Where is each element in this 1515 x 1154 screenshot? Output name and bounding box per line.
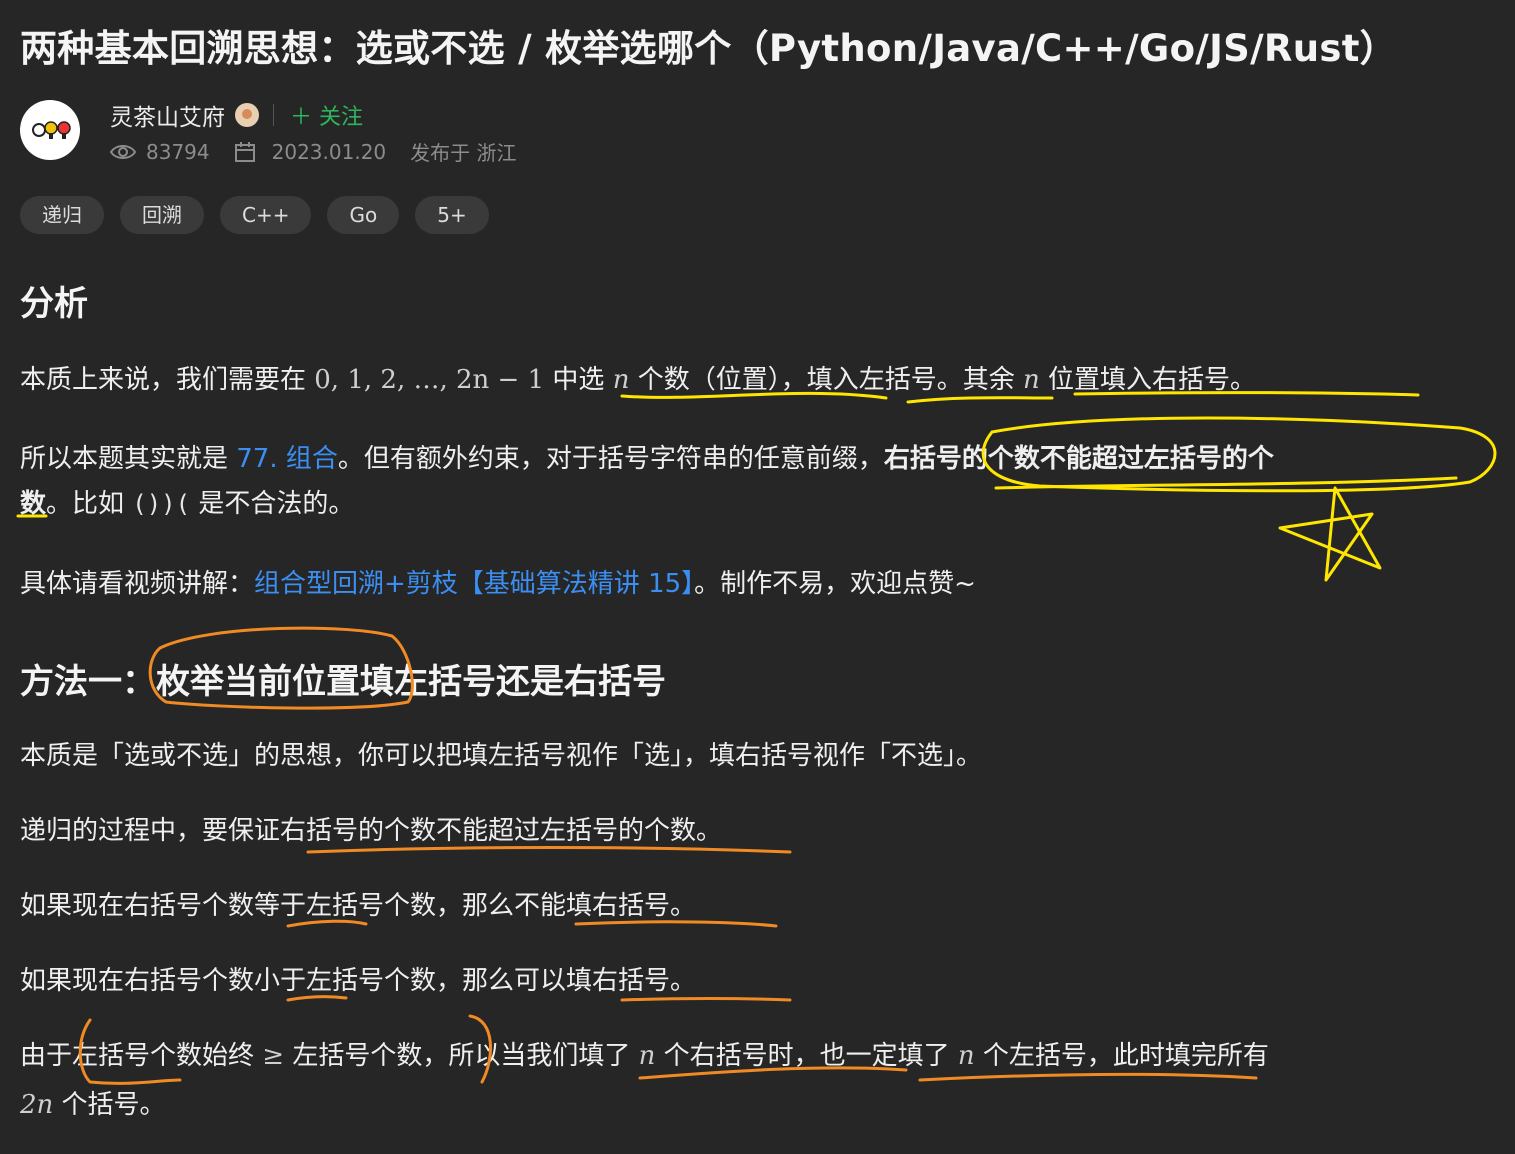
- method-paragraph-4: 如果现在右括号个数小于左括号个数，那么可以填右括号。: [20, 966, 697, 996]
- text-run: 个右括号时，也一定填了: [655, 1041, 958, 1071]
- text-run: 具体请看视频讲解：: [20, 569, 255, 599]
- tag-recursion[interactable]: 递归: [20, 196, 104, 234]
- analysis-paragraph-2-line-1: 所以本题其实就是 77. 组合。但有额外约束，对于括号字符串的任意前缀，右括号的…: [20, 438, 1274, 475]
- divider: [273, 104, 274, 126]
- text-run: 。制作不易，欢迎点赞~: [694, 569, 976, 599]
- calendar-icon: [234, 141, 255, 162]
- text-run: 左括号个数，所以当我们填了: [284, 1041, 639, 1071]
- view-count: 83794: [146, 139, 210, 164]
- method-paragraph-5-line-2: 2n 个括号。: [20, 1084, 166, 1121]
- math-n: n: [612, 365, 630, 395]
- link-77-combinations[interactable]: 77. 组合: [236, 444, 338, 474]
- tag-list: 递归 回溯 C++ Go 5+: [20, 196, 489, 234]
- tag-backtracking[interactable]: 回溯: [120, 196, 204, 234]
- text-run: 位置填入右括号。: [1039, 365, 1256, 395]
- method-paragraph-2: 递归的过程中，要保证右括号的个数不能超过左括号的个数。: [20, 816, 723, 846]
- tag-cpp[interactable]: C++: [220, 196, 312, 234]
- math-ge: ≥: [262, 1041, 285, 1071]
- author-name[interactable]: 灵茶山艾府: [110, 98, 225, 132]
- text-run: 是不合法的。: [190, 489, 355, 519]
- yellow-underline: [906, 396, 1054, 404]
- publish-location: 发布于 浙江: [410, 141, 517, 165]
- yellow-underline: [994, 476, 1458, 490]
- text-run: 个括号。: [53, 1090, 166, 1120]
- text-run: 个数（位置），填入左括号。其余: [629, 365, 1023, 395]
- text-run: 中选: [544, 365, 613, 395]
- section-heading-analysis: 分析: [20, 284, 88, 324]
- orange-underline: [306, 846, 792, 854]
- text-run: 。但有额外约束，对于括号字符串的任意前缀，: [337, 444, 884, 474]
- text-run: 由于左括号个数始终: [20, 1041, 263, 1071]
- math-n: n: [1022, 365, 1040, 395]
- author-row: 灵茶山艾府 ＋ 关注: [110, 98, 363, 132]
- article-title: 两种基本回溯思想：选或不选 / 枚举选哪个（Python/Java/C++/Go…: [20, 27, 1397, 70]
- follow-button[interactable]: ＋ 关注: [290, 99, 363, 131]
- text-run: 所以本题其实就是: [20, 444, 237, 474]
- publish-date: 2023.01.20: [271, 139, 387, 164]
- method-paragraph-5-line-1: 由于左括号个数始终 ≥ 左括号个数，所以当我们填了 n 个右括号时，也一定填了 …: [20, 1035, 1269, 1072]
- tag-go[interactable]: Go: [327, 196, 400, 234]
- method-paragraph-1: 本质是「选或不选」的思想，你可以把填左括号视作「选」，填右括号视作「不选」。: [20, 741, 983, 771]
- method-paragraph-3: 如果现在右括号个数等于左括号个数，那么不能填右括号。: [20, 891, 697, 921]
- text-run: 个左括号，此时填完所有: [974, 1041, 1269, 1071]
- math-range: 0, 1, 2, …, 2n − 1: [314, 365, 545, 395]
- analysis-paragraph-2-line-2: 数。比如 ())( 是不合法的。: [20, 483, 354, 520]
- math-2n: 2n: [20, 1090, 54, 1120]
- section-heading-method-1: 方法一：枚举当前位置填左括号还是右括号: [20, 662, 666, 702]
- math-n: n: [638, 1041, 656, 1071]
- avatar-image: [32, 121, 71, 139]
- bold-constraint-end: 数: [20, 489, 47, 519]
- author-avatar[interactable]: [20, 100, 80, 160]
- orange-underline: [620, 997, 792, 1002]
- bold-constraint: 右括号的个数不能超过左括号的个: [883, 444, 1274, 474]
- text-run: 本质上来说，我们需要在: [20, 365, 315, 395]
- link-video[interactable]: 组合型回溯+剪枝【基础算法精讲 15】: [254, 569, 694, 599]
- inline-code: ())(: [132, 490, 191, 518]
- author-badge-icon: [235, 103, 259, 127]
- text-run: 。比如: [46, 489, 133, 519]
- math-n: n: [957, 1041, 975, 1071]
- analysis-paragraph-3: 具体请看视频讲解：组合型回溯+剪枝【基础算法精讲 15】。制作不易，欢迎点赞~: [20, 563, 976, 600]
- tag-more[interactable]: 5+: [415, 196, 489, 234]
- yellow-star: [1278, 486, 1382, 582]
- eye-icon: [110, 144, 136, 159]
- analysis-paragraph-1: 本质上来说，我们需要在 0, 1, 2, …, 2n − 1 中选 n 个数（位…: [20, 359, 1256, 396]
- article-meta: 83794 2023.01.20 发布于 浙江: [110, 137, 517, 166]
- orange-underline: [918, 1072, 1258, 1082]
- orange-underline: [574, 920, 778, 928]
- orange-underline: [286, 995, 348, 1002]
